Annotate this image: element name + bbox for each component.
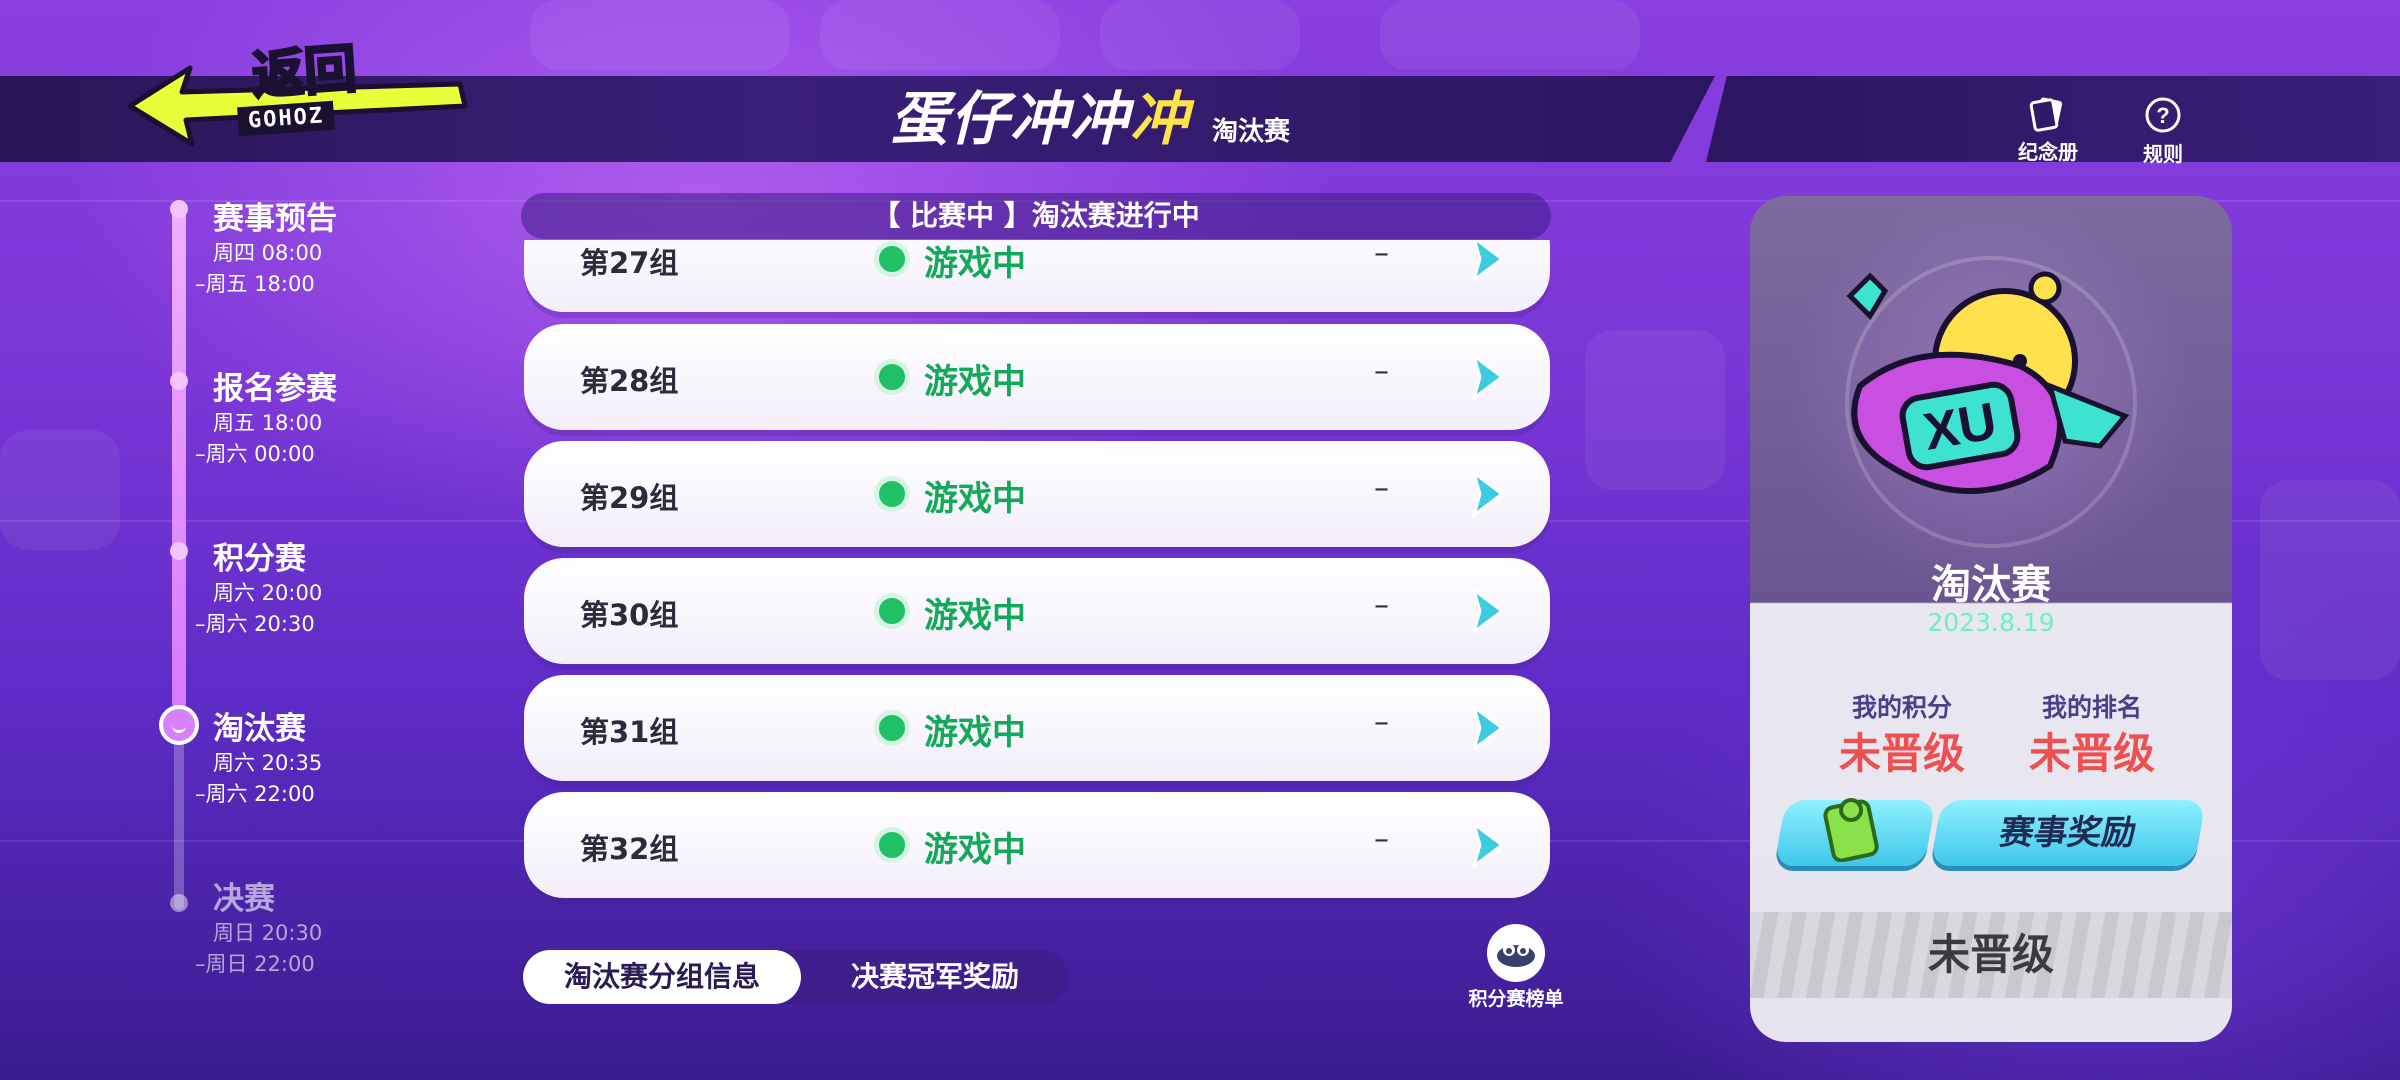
ranking-label: 积分赛榜单 [1468, 988, 1564, 1010]
question-circle-icon: ? [2145, 97, 2181, 133]
album-card-icon [2029, 97, 2063, 132]
chevron-right-icon[interactable] [1466, 240, 1506, 284]
album-label: 纪念册 [2018, 140, 2078, 164]
group-score: – [1374, 471, 1389, 506]
group-list[interactable]: 第27组 游戏中 – 第28组 游戏中 – 第29组 游戏中 – 第30组 游戏… [524, 240, 1550, 916]
chevron-right-icon[interactable] [1466, 586, 1506, 636]
promotion-status: 未晋级 [1750, 912, 2232, 998]
match-status-banner: 【 比赛中 】淘汰赛进行中 [521, 193, 1551, 239]
souvenir-button[interactable] [1774, 798, 1936, 866]
event-reward-button[interactable]: 赛事奖励 [1930, 800, 2206, 866]
timeline-progress-rail [172, 200, 186, 710]
timeline-dot [170, 894, 188, 912]
chevron-right-icon[interactable] [1466, 469, 1506, 519]
group-row[interactable]: 第31组 游戏中 – [524, 675, 1550, 781]
chevron-right-icon[interactable] [1466, 703, 1506, 753]
stage-end-time: –周六 00:00 [195, 442, 315, 466]
status-dot-icon [874, 593, 910, 629]
group-status: 游戏中 [924, 244, 1026, 284]
status-dot-icon [874, 710, 910, 746]
stage-start-time: 周日 20:30 [213, 921, 323, 945]
timeline-stage-final: 决赛 周日 20:30 –周日 22:00 [195, 873, 323, 980]
tab-group-info[interactable]: 淘汰赛分组信息 [523, 950, 801, 1004]
svg-text:?: ? [2156, 103, 2169, 128]
timeline-dot [170, 200, 188, 218]
group-name: 第28组 [580, 364, 679, 398]
rules-label: 规则 [2143, 142, 2183, 166]
stage-end-time: –周日 22:00 [195, 952, 315, 976]
timeline-stage-signup: 报名参赛 周五 18:00 –周六 00:00 [195, 363, 337, 470]
title-subtitle: 淘汰赛 [1212, 117, 1291, 147]
ranking-button[interactable]: 积分赛榜单 [1456, 924, 1576, 1014]
event-card: XU 淘汰赛 2023.8.19 我的积分 未晋级 我的排名 未晋级 赛事奖励 … [1750, 196, 2232, 1042]
page-title: 蛋仔冲冲冲 淘汰赛 [890, 80, 1290, 156]
group-status: 游戏中 [924, 596, 1026, 636]
group-name: 第29组 [580, 481, 679, 515]
chevron-right-icon[interactable] [1466, 352, 1506, 402]
stage-name: 赛事预告 [213, 201, 337, 237]
stage-start-time: 周四 08:00 [213, 241, 323, 265]
group-score: – [1374, 705, 1389, 740]
status-dot-icon [874, 359, 910, 395]
status-dot-icon [874, 827, 910, 863]
my-rank-value: 未晋级 [2028, 729, 2155, 778]
status-dot-icon [874, 241, 910, 277]
group-score: – [1374, 588, 1389, 623]
card-title: 淘汰赛 [1931, 562, 2051, 608]
group-score: – [1374, 354, 1389, 389]
chevron-right-icon[interactable] [1466, 820, 1506, 870]
my-rank-label: 我的排名 [2041, 693, 2142, 722]
timeline-stage-knockout: 淘汰赛 周六 20:35 –周六 22:00 [195, 703, 323, 810]
group-status: 游戏中 [924, 830, 1026, 870]
tab-bar: 淘汰赛分组信息 决赛冠军奖励 [520, 950, 1068, 1004]
group-status: 游戏中 [924, 713, 1026, 753]
event-badge-icon: XU [1846, 271, 2130, 494]
status-dot-icon [874, 476, 910, 512]
group-status: 游戏中 [924, 362, 1026, 402]
group-row[interactable]: 第32组 游戏中 – [524, 792, 1550, 898]
album-button[interactable]: 纪念册 [2003, 96, 2093, 164]
stage-name: 报名参赛 [213, 371, 337, 407]
stage-end-time: –周六 20:30 [195, 612, 315, 636]
group-row[interactable]: 第30组 游戏中 – [524, 558, 1550, 664]
tab-final-reward[interactable]: 决赛冠军奖励 [802, 950, 1068, 1004]
group-name: 第32组 [580, 832, 679, 866]
ranking-icon [1487, 924, 1545, 982]
stage-start-time: 周六 20:00 [213, 581, 323, 605]
title-accent: 冲 [1130, 87, 1191, 152]
group-status: 游戏中 [924, 479, 1026, 519]
stage-name: 积分赛 [213, 541, 306, 577]
timeline-dot [170, 542, 188, 560]
timeline-stage-preview: 赛事预告 周四 08:00 –周五 18:00 [195, 193, 337, 300]
group-row[interactable]: 第27组 游戏中 – [524, 240, 1550, 312]
stage-end-time: –周六 22:00 [195, 782, 315, 806]
title-main: 蛋仔冲冲 [890, 87, 1131, 152]
group-name: 第30组 [580, 598, 679, 632]
stage-start-time: 周六 20:35 [213, 751, 323, 775]
group-row[interactable]: 第29组 游戏中 – [524, 441, 1550, 547]
badge-text: XU [1920, 392, 2001, 462]
rules-button[interactable]: ? 规则 [2118, 96, 2208, 166]
group-score: – [1374, 822, 1389, 857]
group-score: – [1374, 240, 1389, 271]
my-score-value: 未晋级 [1838, 729, 1965, 778]
stage-end-time: –周五 18:00 [195, 272, 315, 296]
timeline-current-face-icon [159, 705, 199, 745]
timeline-stage-points: 积分赛 周六 20:00 –周六 20:30 [195, 533, 323, 640]
back-label: 返回 [249, 39, 360, 107]
group-name: 第31组 [580, 715, 679, 749]
group-row[interactable]: 第28组 游戏中 – [524, 324, 1550, 430]
group-name: 第27组 [580, 246, 679, 280]
stage-name: 淘汰赛 [213, 711, 306, 747]
my-score-label: 我的积分 [1851, 693, 1952, 722]
stage-name: 决赛 [213, 881, 275, 917]
timeline-dot [170, 372, 188, 390]
stage-start-time: 周五 18:00 [213, 411, 323, 435]
souvenir-ticket-icon [1823, 798, 1879, 862]
card-date: 2023.8.19 [1927, 608, 2055, 637]
